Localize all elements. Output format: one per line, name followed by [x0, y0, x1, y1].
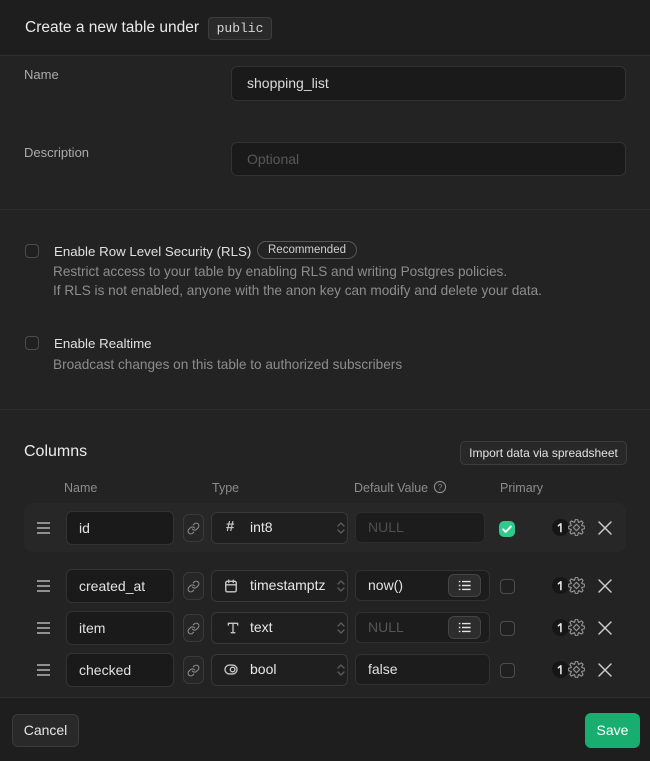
svg-text:?: ?: [438, 483, 443, 492]
